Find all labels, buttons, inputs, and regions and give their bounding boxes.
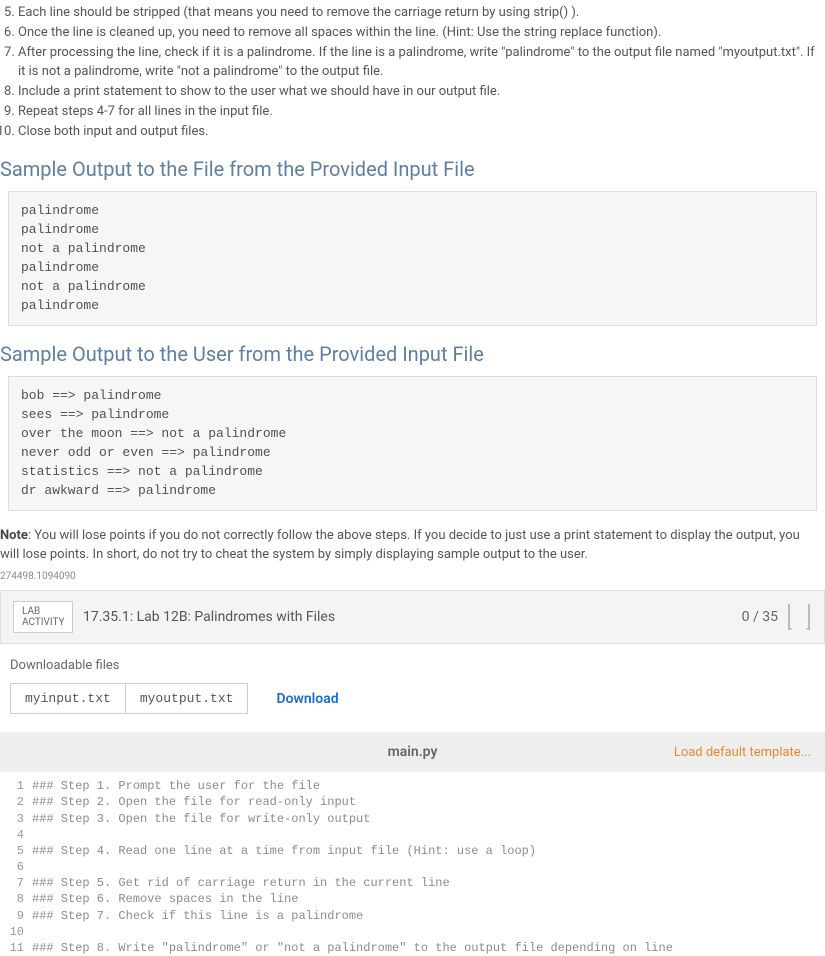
code-line[interactable]: 1### Step 1. Prompt the user for the fil… bbox=[0, 778, 825, 794]
code-line[interactable]: 5### Step 4. Read one line at a time fro… bbox=[0, 843, 825, 859]
instruction-step: Once the line is cleaned up, you need to… bbox=[18, 24, 825, 42]
code-line[interactable]: 9### Step 7. Check if this line is a pal… bbox=[0, 908, 825, 924]
line-number: 9 bbox=[0, 908, 32, 924]
download-link[interactable]: Download bbox=[276, 691, 338, 707]
line-number: 10 bbox=[0, 924, 32, 940]
code-line[interactable]: 6 bbox=[0, 859, 825, 875]
instruction-steps: Each line should be stripped (that means… bbox=[18, 4, 825, 141]
code-line[interactable]: 10 bbox=[0, 924, 825, 940]
line-number: 8 bbox=[0, 891, 32, 907]
code-text[interactable]: ### Step 8. Write "palindrome" or "not a… bbox=[32, 940, 673, 956]
line-number: 7 bbox=[0, 875, 32, 891]
download-file-myoutput[interactable]: myoutput.txt bbox=[126, 683, 249, 714]
code-text[interactable]: ### Step 4. Read one line at a time from… bbox=[32, 843, 536, 859]
downloadable-files-label: Downloadable files bbox=[10, 658, 825, 673]
code-text[interactable]: ### Step 7. Check if this line is a pali… bbox=[32, 908, 363, 924]
lab-title: 17.35.1: Lab 12B: Palindromes with Files bbox=[83, 609, 742, 625]
line-number: 11 bbox=[0, 940, 32, 956]
line-number: 3 bbox=[0, 811, 32, 827]
code-line[interactable]: 4 bbox=[0, 827, 825, 843]
editor-header: main.py Load default template... bbox=[0, 732, 825, 772]
editor-filename: main.py bbox=[388, 744, 438, 760]
content-id: 274498.1094090 bbox=[0, 571, 825, 582]
code-line[interactable]: 8### Step 6. Remove spaces in the line bbox=[0, 891, 825, 907]
instruction-step: Repeat steps 4-7 for all lines in the in… bbox=[18, 103, 825, 121]
lab-tag-line1: LAB bbox=[22, 606, 64, 617]
note-paragraph: Note: You will lose points if you do not… bbox=[0, 527, 817, 565]
instruction-step: Close both input and output files. bbox=[18, 123, 825, 141]
line-number: 4 bbox=[0, 827, 32, 843]
code-text[interactable]: ### Step 6. Remove spaces in the line bbox=[32, 891, 298, 907]
line-number: 5 bbox=[0, 843, 32, 859]
lab-tag-line2: ACTIVITY bbox=[22, 617, 64, 628]
code-line[interactable]: 11### Step 8. Write "palindrome" or "not… bbox=[0, 940, 825, 956]
code-text[interactable]: ### Step 1. Prompt the user for the file bbox=[32, 778, 320, 794]
line-number: 6 bbox=[0, 859, 32, 875]
lab-activity-bar: LAB ACTIVITY 17.35.1: Lab 12B: Palindrom… bbox=[0, 590, 825, 644]
instruction-step: After processing the line, check if it i… bbox=[18, 44, 825, 80]
code-text[interactable]: ### Step 2. Open the file for read-only … bbox=[32, 794, 356, 810]
sample-user-output: bob ==> palindrome sees ==> palindrome o… bbox=[8, 376, 817, 511]
load-default-template-link[interactable]: Load default template... bbox=[674, 745, 811, 760]
code-text[interactable]: ### Step 3. Open the file for write-only… bbox=[32, 811, 370, 827]
code-line[interactable]: 7### Step 5. Get rid of carriage return … bbox=[0, 875, 825, 891]
code-line[interactable]: 3### Step 3. Open the file for write-onl… bbox=[0, 811, 825, 827]
lab-score: 0 / 35 bbox=[742, 609, 778, 625]
note-text: : You will lose points if you do not cor… bbox=[0, 528, 800, 562]
lab-tag: LAB ACTIVITY bbox=[13, 601, 73, 633]
sample-user-heading: Sample Output to the User from the Provi… bbox=[0, 342, 825, 366]
sample-file-output: palindrome palindrome not a palindrome p… bbox=[8, 191, 817, 326]
line-number: 2 bbox=[0, 794, 32, 810]
line-number: 1 bbox=[0, 778, 32, 794]
instruction-step: Each line should be stripped (that means… bbox=[18, 4, 825, 22]
instruction-step: Include a print statement to show to the… bbox=[18, 83, 825, 101]
download-file-myinput[interactable]: myinput.txt bbox=[10, 683, 126, 714]
code-editor[interactable]: 1### Step 1. Prompt the user for the fil… bbox=[0, 772, 825, 956]
bookmark-icon[interactable] bbox=[788, 604, 810, 630]
code-text[interactable]: ### Step 5. Get rid of carriage return i… bbox=[32, 875, 450, 891]
sample-file-heading: Sample Output to the File from the Provi… bbox=[0, 157, 825, 181]
downloadable-files-row: myinput.txt myoutput.txt Download bbox=[10, 683, 825, 714]
note-label: Note bbox=[0, 528, 28, 543]
code-line[interactable]: 2### Step 2. Open the file for read-only… bbox=[0, 794, 825, 810]
